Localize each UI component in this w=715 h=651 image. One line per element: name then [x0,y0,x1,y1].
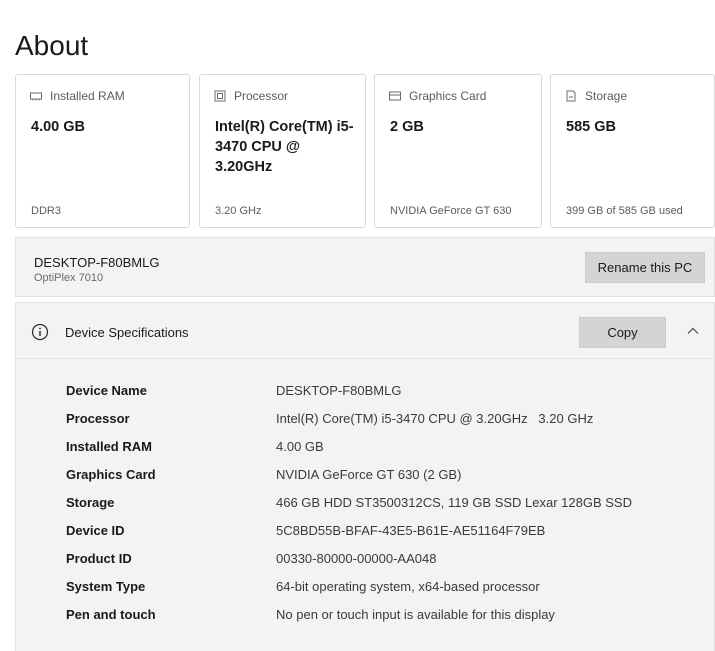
graphics-card-value: 2 GB [390,119,424,135]
spec-key: Processor [66,411,130,426]
installed-ram-card: Installed RAM 4.00 GB DDR3 [15,74,190,228]
pc-name-section: DESKTOP-F80BMLG OptiPlex 7010 Rename thi… [15,237,715,297]
spec-value: 5C8BD55B-BFAF-43E5-B61E-AE51164F79EB [276,523,546,538]
storage-usage: 399 GB of 585 GB used [566,205,683,217]
storage-value: 585 GB [566,119,616,135]
spec-key: Product ID [66,551,132,566]
ram-icon [30,90,42,102]
rename-pc-button[interactable]: Rename this PC [585,252,705,283]
copy-button[interactable]: Copy [579,317,666,348]
storage-card: Storage 585 GB 399 GB of 585 GB used [550,74,715,228]
page-title: About [15,30,89,61]
graphics-card-card: Graphics Card 2 GB NVIDIA GeForce GT 630 [374,74,542,228]
processor-label: Processor [234,89,289,103]
device-specifications-panel: Device Specifications Copy Device Name D… [15,302,715,651]
installed-ram-label: Installed RAM [50,89,125,103]
spec-key: System Type [66,579,146,594]
spec-key: Graphics Card [66,467,156,482]
processor-value: Intel(R) Core(TM) i5-3470 CPU @ 3.20GHz [215,119,354,175]
installed-ram-type: DDR3 [31,205,61,217]
device-specifications-title: Device Specifications [65,325,189,340]
chevron-up-icon[interactable] [686,324,700,338]
spec-value: 64-bit operating system, x64-based proce… [276,579,540,594]
spec-value: 00330-80000-00000-AA048 [276,551,437,566]
processor-icon [214,90,226,102]
processor-speed: 3.20 GHz [215,205,262,217]
spec-value: 466 GB HDD ST3500312CS, 119 GB SSD Lexar… [276,495,632,510]
spec-key: Installed RAM [66,439,152,454]
spec-key: Pen and touch [66,607,156,622]
spec-value: Intel(R) Core(TM) i5-3470 CPU @ 3.20GHz … [276,411,594,426]
device-specifications-header[interactable]: Device Specifications Copy [16,303,714,359]
pc-name: DESKTOP-F80BMLG [34,255,160,270]
spec-key: Device ID [66,523,125,538]
graphics-card-label: Graphics Card [409,89,487,103]
graphics-card-icon [389,90,401,102]
storage-icon [565,90,577,102]
info-icon [31,323,49,341]
pc-model: OptiPlex 7010 [34,272,104,284]
spec-value: No pen or touch input is available for t… [276,607,555,622]
processor-card: Processor Intel(R) Core(TM) i5-3470 CPU … [199,74,366,228]
spec-key: Storage [66,495,115,510]
spec-key: Device Name [66,383,147,398]
installed-ram-value: 4.00 GB [31,119,85,135]
graphics-card-model: NVIDIA GeForce GT 630 [390,205,512,217]
spec-value: NVIDIA GeForce GT 630 (2 GB) [276,467,462,482]
spec-value: DESKTOP-F80BMLG [276,383,402,398]
spec-value: 4.00 GB [276,439,324,454]
storage-label: Storage [585,89,628,103]
